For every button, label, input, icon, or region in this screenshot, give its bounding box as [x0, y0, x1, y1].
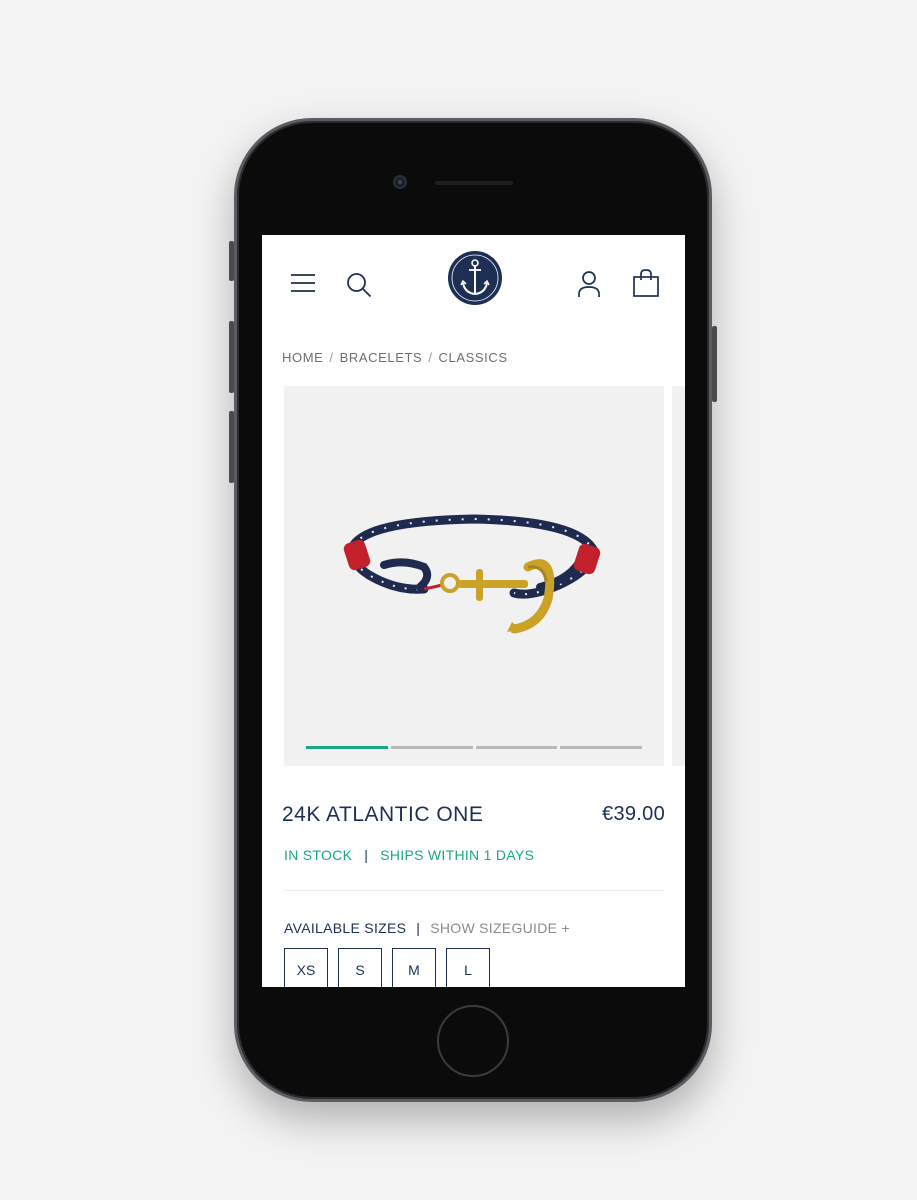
size-guide-link[interactable]: SHOW SIZEGUIDE + [430, 920, 570, 936]
gallery-dot-3[interactable] [475, 746, 558, 749]
available-sizes-label: AVAILABLE SIZES [284, 920, 407, 936]
mute-switch [229, 241, 234, 281]
breadcrumb-home[interactable]: HOME [282, 350, 323, 365]
power-button [712, 326, 717, 402]
gallery-dot-4[interactable] [560, 746, 642, 749]
gallery-next-slide-peek[interactable] [672, 386, 685, 766]
user-icon[interactable] [577, 270, 601, 298]
product-price: €39.00 [602, 803, 665, 825]
volume-down-button [229, 411, 234, 483]
front-camera [393, 175, 407, 189]
breadcrumb-bracelets[interactable]: BRACELETS [340, 350, 423, 365]
sizes-header: AVAILABLE SIZES | SHOW SIZEGUIDE + [284, 920, 570, 936]
gallery-dot-1[interactable] [306, 746, 388, 749]
divider [284, 890, 664, 891]
breadcrumb-classics[interactable]: CLASSICS [439, 350, 508, 365]
breadcrumb-separator: / [428, 350, 433, 365]
availability-line: IN STOCK | SHIPS WITHIN 1 DAYS [284, 847, 534, 863]
size-option-s[interactable]: S [338, 948, 382, 987]
menu-icon[interactable] [290, 272, 316, 294]
separator: | [364, 847, 369, 863]
anchor-logo[interactable] [447, 250, 503, 306]
size-option-xs[interactable]: XS [284, 948, 328, 987]
separator: | [416, 920, 421, 936]
volume-up-button [229, 321, 234, 393]
home-button[interactable] [437, 1005, 509, 1077]
breadcrumb: HOME / BRACELETS / CLASSICS [282, 350, 508, 365]
earpiece-speaker [435, 181, 513, 185]
header [262, 235, 685, 335]
stock-status: IN STOCK [284, 847, 353, 863]
gallery-pagination [306, 746, 642, 749]
breadcrumb-separator: / [329, 350, 334, 365]
gallery-dot-2[interactable] [390, 746, 473, 749]
product-image [343, 514, 601, 634]
shopping-bag-icon[interactable] [632, 268, 660, 298]
search-icon[interactable] [346, 272, 372, 298]
phone-frame: HOME / BRACELETS / CLASSICS 24K ATLANTIC… [229, 118, 717, 1102]
size-option-l[interactable]: L [446, 948, 490, 987]
shipping-info: SHIPS WITHIN 1 DAYS [380, 847, 535, 863]
size-options: XS S M L [284, 948, 490, 987]
product-title: 24K ATLANTIC ONE [282, 803, 484, 826]
size-option-m[interactable]: M [392, 948, 436, 987]
phone-screen: HOME / BRACELETS / CLASSICS 24K ATLANTIC… [262, 235, 685, 987]
product-gallery[interactable] [284, 386, 664, 766]
